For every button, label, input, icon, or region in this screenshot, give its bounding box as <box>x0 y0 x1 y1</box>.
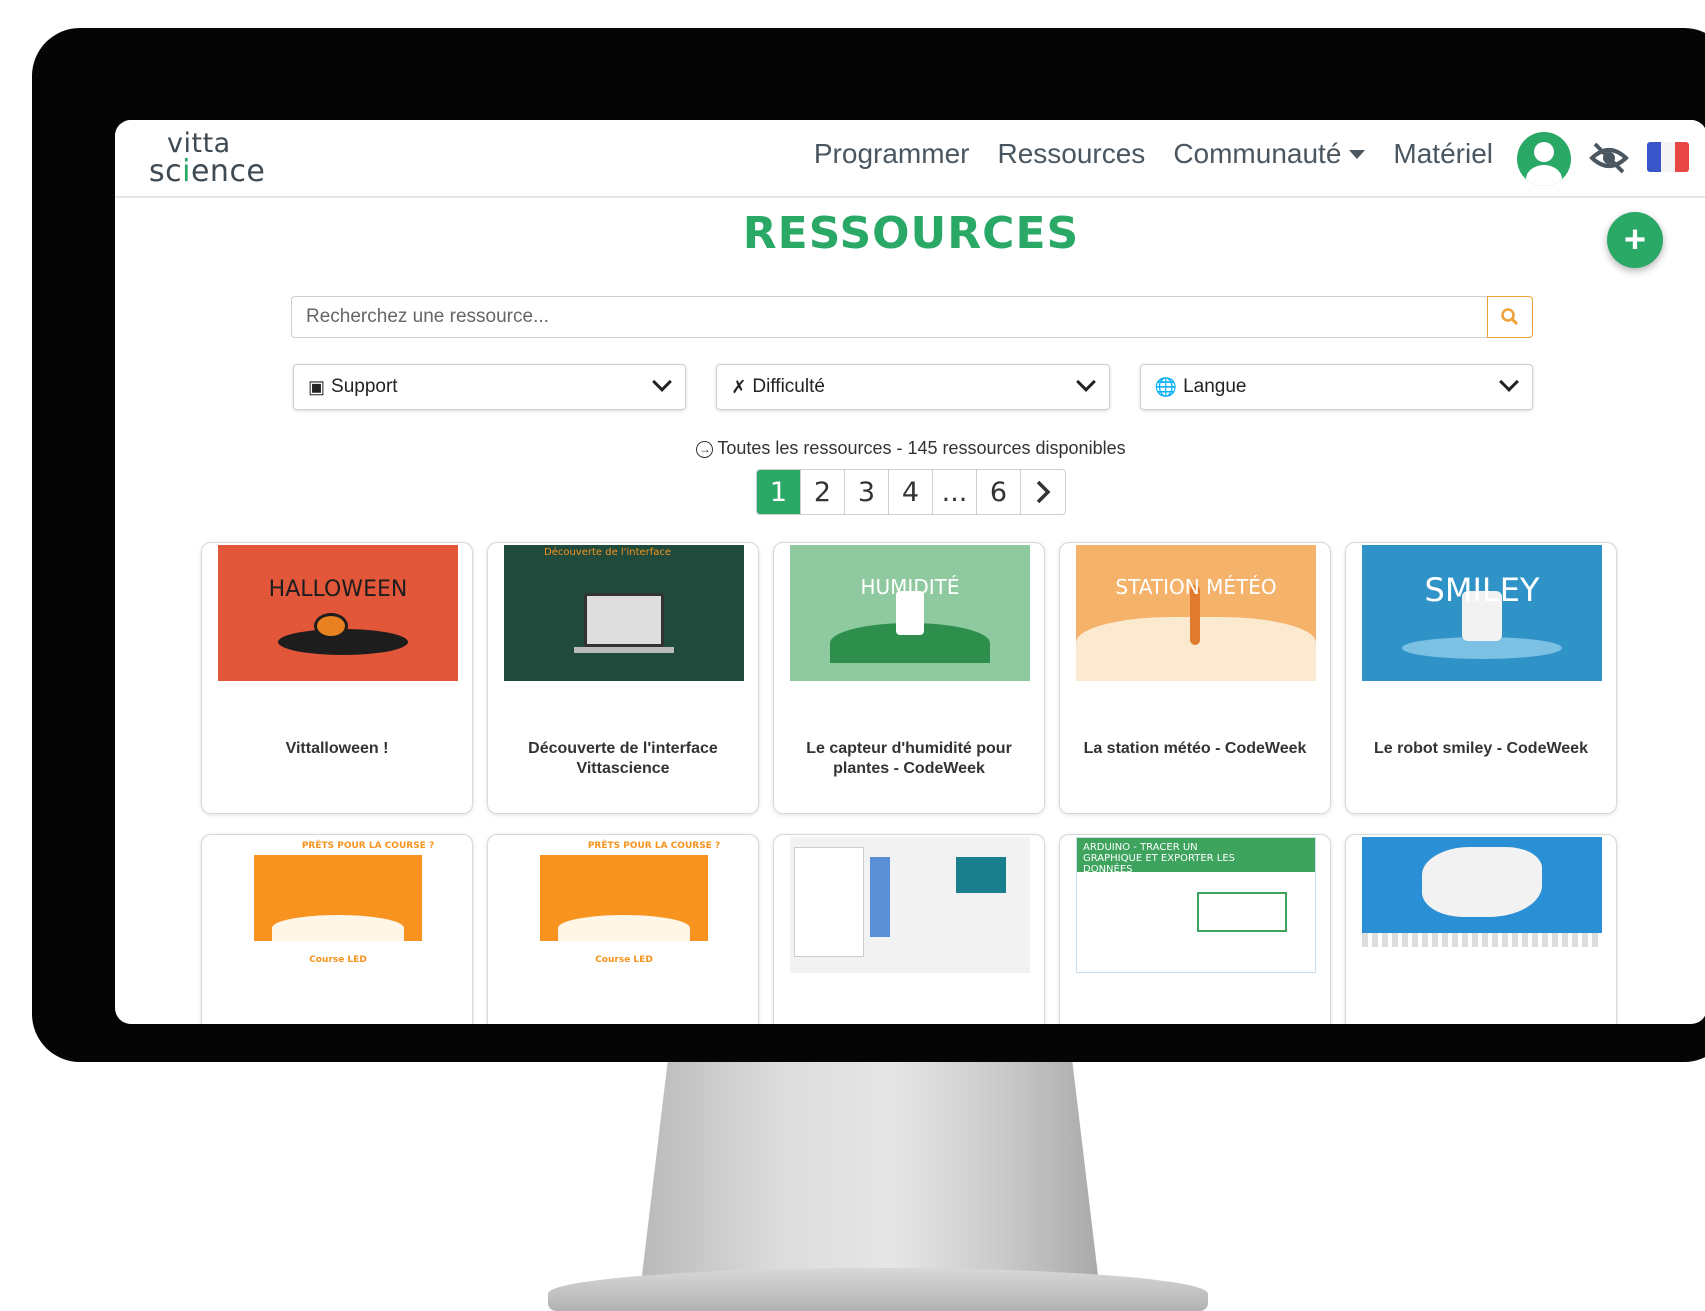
filter-support-label: Support <box>331 376 398 397</box>
page-6[interactable]: 6 <box>977 470 1021 514</box>
chevron-right-icon <box>1036 480 1051 504</box>
monitor-frame: vitta science Programmer Ressources Comm… <box>32 28 1705 1062</box>
card-title: Vittalloween ! <box>285 740 389 757</box>
resource-grid: HALLOWEEN Vittalloween ! Découverte de l… <box>201 542 1621 1024</box>
card-thumbnail: Découverte de l'interface <box>504 545 744 681</box>
search-button[interactable] <box>1487 296 1533 338</box>
page-2[interactable]: 2 <box>801 470 845 514</box>
filter-langue-label: Langue <box>1183 376 1247 397</box>
card-thumbnail: HALLOWEEN <box>218 545 458 681</box>
nav-communaute-label: Communauté <box>1173 138 1342 169</box>
filter-difficulte-label: Difficulté <box>752 376 825 397</box>
results-count-text: Toutes les ressources - 145 ressources d… <box>717 438 1126 458</box>
filters: ▣ Support ✗ Difficulté 🌐 Langue <box>293 364 1533 410</box>
card-thumbnail: PRÊTS POUR LA COURSE ? Course LED <box>218 837 458 973</box>
box-icon: ▣ <box>308 376 326 397</box>
card-thumbnail: SMILEY <box>1362 545 1602 681</box>
filter-difficulte[interactable]: ✗ Difficulté <box>716 364 1110 410</box>
logo[interactable]: vitta science <box>149 130 279 190</box>
filter-support[interactable]: ▣ Support <box>293 364 687 410</box>
resource-card[interactable]: STATION MÉTÉO La station météo - CodeWee… <box>1059 542 1331 814</box>
nav-links: Programmer Ressources Communauté Matérie… <box>814 138 1493 170</box>
chevron-down-icon <box>652 372 673 392</box>
resource-card[interactable]: HALLOWEEN Vittalloween ! <box>201 542 473 814</box>
monitor-stand <box>640 1062 1100 1292</box>
search-input[interactable] <box>291 296 1487 338</box>
card-thumbnail: PRÊTS POUR LA COURSE ? Course LED <box>504 837 744 973</box>
next-page-button[interactable] <box>1021 470 1065 514</box>
card-thumbnail: ARDUINO - TRACER UN GRAPHIQUE ET EXPORTE… <box>1076 837 1316 973</box>
globe-icon: 🌐 <box>1154 376 1178 397</box>
resource-card[interactable]: PRÊTS POUR LA COURSE ? Course LED <box>201 834 473 1024</box>
page-1[interactable]: 1 <box>757 470 801 514</box>
results-count: → Toutes les ressources - 145 ressources … <box>115 438 1705 459</box>
resource-card[interactable]: PRÊTS POUR LA COURSE ? Course LED <box>487 834 759 1024</box>
card-thumbnail <box>1362 837 1602 973</box>
nav-ressources[interactable]: Ressources <box>997 138 1145 170</box>
card-thumbnail <box>790 837 1030 973</box>
resource-card[interactable] <box>773 834 1045 1024</box>
navbar: vitta science Programmer Ressources Comm… <box>115 120 1705 198</box>
filter-langue[interactable]: 🌐 Langue <box>1139 364 1533 410</box>
france-flag-icon[interactable] <box>1647 142 1689 172</box>
nav-materiel[interactable]: Matériel <box>1393 138 1493 170</box>
page-4[interactable]: 4 <box>889 470 933 514</box>
chevron-down-icon <box>1075 372 1096 392</box>
page-3[interactable]: 3 <box>845 470 889 514</box>
resource-card[interactable]: ARDUINO - TRACER UN GRAPHIQUE ET EXPORTE… <box>1059 834 1331 1024</box>
search-bar <box>291 296 1533 338</box>
screen: vitta science Programmer Ressources Comm… <box>115 120 1705 1024</box>
card-thumbnail: HUMIDITÉ <box>790 545 1030 681</box>
tools-icon: ✗ <box>731 376 747 397</box>
page-title: RESSOURCES <box>742 208 1080 259</box>
arrow-circle-icon: → <box>696 441 714 458</box>
card-title: Le capteur d'humidité pour plantes - Cod… <box>806 740 1012 777</box>
card-title: Découverte de l'interface Vittascience <box>528 740 718 777</box>
nav-communaute[interactable]: Communauté <box>1173 138 1366 170</box>
add-resource-button[interactable]: + <box>1607 212 1663 268</box>
caret-down-icon <box>1349 149 1366 159</box>
card-thumbnail: STATION MÉTÉO <box>1076 545 1316 681</box>
monitor-base <box>548 1268 1208 1311</box>
eye-slash-icon[interactable] <box>1589 140 1629 176</box>
user-avatar-icon[interactable] <box>1517 132 1571 186</box>
card-title: Le robot smiley - CodeWeek <box>1374 740 1588 757</box>
resource-card[interactable]: HUMIDITÉ Le capteur d'humidité pour plan… <box>773 542 1045 814</box>
nav-programmer[interactable]: Programmer <box>814 138 970 170</box>
chevron-down-icon <box>1499 372 1519 392</box>
card-title: La station météo - CodeWeek <box>1083 740 1307 757</box>
resource-card[interactable] <box>1345 834 1617 1024</box>
search-icon <box>1501 308 1519 326</box>
page-ellipsis: ... <box>933 470 977 514</box>
resource-card[interactable]: SMILEY Le robot smiley - CodeWeek <box>1345 542 1617 814</box>
logo-line-2: science <box>149 154 266 189</box>
pagination: 1 2 3 4 ... 6 <box>756 469 1066 515</box>
resource-card[interactable]: Découverte de l'interface Découverte de … <box>487 542 759 814</box>
